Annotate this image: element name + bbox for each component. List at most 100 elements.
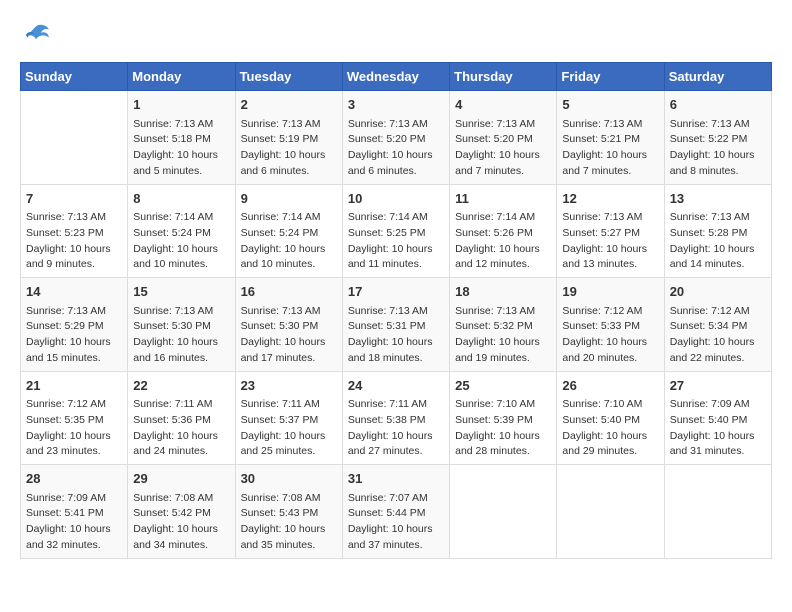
weekday-header-sunday: Sunday [21, 63, 128, 91]
day-info: Sunrise: 7:13 AMSunset: 5:20 PMDaylight:… [455, 117, 551, 180]
day-info: Sunrise: 7:11 AMSunset: 5:37 PMDaylight:… [241, 397, 337, 460]
calendar-cell-w4-d6: 26Sunrise: 7:10 AMSunset: 5:40 PMDayligh… [557, 371, 664, 465]
calendar-cell-w1-d5: 4Sunrise: 7:13 AMSunset: 5:20 PMDaylight… [450, 91, 557, 185]
day-number: 12 [562, 189, 658, 209]
day-number: 30 [241, 469, 337, 489]
day-number: 21 [26, 376, 122, 396]
day-number: 17 [348, 282, 444, 302]
day-info: Sunrise: 7:13 AMSunset: 5:23 PMDaylight:… [26, 210, 122, 273]
calendar-cell-w1-d4: 3Sunrise: 7:13 AMSunset: 5:20 PMDaylight… [342, 91, 449, 185]
day-number: 23 [241, 376, 337, 396]
calendar-cell-w3-d6: 19Sunrise: 7:12 AMSunset: 5:33 PMDayligh… [557, 278, 664, 372]
day-number: 27 [670, 376, 766, 396]
day-info: Sunrise: 7:12 AMSunset: 5:33 PMDaylight:… [562, 304, 658, 367]
calendar-cell-w3-d2: 15Sunrise: 7:13 AMSunset: 5:30 PMDayligh… [128, 278, 235, 372]
calendar-cell-w5-d2: 29Sunrise: 7:08 AMSunset: 5:42 PMDayligh… [128, 465, 235, 559]
day-number: 16 [241, 282, 337, 302]
calendar-cell-w4-d7: 27Sunrise: 7:09 AMSunset: 5:40 PMDayligh… [664, 371, 771, 465]
day-number: 31 [348, 469, 444, 489]
day-number: 24 [348, 376, 444, 396]
calendar-table: SundayMondayTuesdayWednesdayThursdayFrid… [20, 62, 772, 559]
page-header [20, 20, 772, 52]
day-number: 10 [348, 189, 444, 209]
day-number: 18 [455, 282, 551, 302]
calendar-cell-w4-d3: 23Sunrise: 7:11 AMSunset: 5:37 PMDayligh… [235, 371, 342, 465]
weekday-header-row: SundayMondayTuesdayWednesdayThursdayFrid… [21, 63, 772, 91]
logo [20, 20, 56, 52]
day-number: 25 [455, 376, 551, 396]
day-number: 26 [562, 376, 658, 396]
week-row-4: 21Sunrise: 7:12 AMSunset: 5:35 PMDayligh… [21, 371, 772, 465]
day-number: 13 [670, 189, 766, 209]
week-row-2: 7Sunrise: 7:13 AMSunset: 5:23 PMDaylight… [21, 184, 772, 278]
day-number: 5 [562, 95, 658, 115]
day-info: Sunrise: 7:13 AMSunset: 5:30 PMDaylight:… [133, 304, 229, 367]
day-info: Sunrise: 7:10 AMSunset: 5:40 PMDaylight:… [562, 397, 658, 460]
day-number: 19 [562, 282, 658, 302]
calendar-cell-w4-d1: 21Sunrise: 7:12 AMSunset: 5:35 PMDayligh… [21, 371, 128, 465]
calendar-cell-w5-d5 [450, 465, 557, 559]
day-info: Sunrise: 7:13 AMSunset: 5:28 PMDaylight:… [670, 210, 766, 273]
day-info: Sunrise: 7:12 AMSunset: 5:35 PMDaylight:… [26, 397, 122, 460]
calendar-cell-w4-d4: 24Sunrise: 7:11 AMSunset: 5:38 PMDayligh… [342, 371, 449, 465]
day-number: 1 [133, 95, 229, 115]
day-number: 9 [241, 189, 337, 209]
weekday-header-tuesday: Tuesday [235, 63, 342, 91]
day-number: 14 [26, 282, 122, 302]
week-row-1: 1Sunrise: 7:13 AMSunset: 5:18 PMDaylight… [21, 91, 772, 185]
calendar-cell-w1-d2: 1Sunrise: 7:13 AMSunset: 5:18 PMDaylight… [128, 91, 235, 185]
day-number: 28 [26, 469, 122, 489]
calendar-cell-w2-d5: 11Sunrise: 7:14 AMSunset: 5:26 PMDayligh… [450, 184, 557, 278]
calendar-cell-w3-d3: 16Sunrise: 7:13 AMSunset: 5:30 PMDayligh… [235, 278, 342, 372]
day-info: Sunrise: 7:11 AMSunset: 5:38 PMDaylight:… [348, 397, 444, 460]
calendar-cell-w3-d4: 17Sunrise: 7:13 AMSunset: 5:31 PMDayligh… [342, 278, 449, 372]
day-number: 20 [670, 282, 766, 302]
day-info: Sunrise: 7:10 AMSunset: 5:39 PMDaylight:… [455, 397, 551, 460]
day-info: Sunrise: 7:13 AMSunset: 5:21 PMDaylight:… [562, 117, 658, 180]
day-info: Sunrise: 7:13 AMSunset: 5:29 PMDaylight:… [26, 304, 122, 367]
calendar-cell-w1-d1 [21, 91, 128, 185]
calendar-cell-w1-d3: 2Sunrise: 7:13 AMSunset: 5:19 PMDaylight… [235, 91, 342, 185]
day-info: Sunrise: 7:08 AMSunset: 5:43 PMDaylight:… [241, 491, 337, 554]
day-number: 8 [133, 189, 229, 209]
week-row-3: 14Sunrise: 7:13 AMSunset: 5:29 PMDayligh… [21, 278, 772, 372]
day-info: Sunrise: 7:14 AMSunset: 5:25 PMDaylight:… [348, 210, 444, 273]
week-row-5: 28Sunrise: 7:09 AMSunset: 5:41 PMDayligh… [21, 465, 772, 559]
calendar-cell-w2-d3: 9Sunrise: 7:14 AMSunset: 5:24 PMDaylight… [235, 184, 342, 278]
calendar-cell-w2-d7: 13Sunrise: 7:13 AMSunset: 5:28 PMDayligh… [664, 184, 771, 278]
calendar-cell-w3-d5: 18Sunrise: 7:13 AMSunset: 5:32 PMDayligh… [450, 278, 557, 372]
day-info: Sunrise: 7:09 AMSunset: 5:40 PMDaylight:… [670, 397, 766, 460]
day-number: 3 [348, 95, 444, 115]
day-info: Sunrise: 7:13 AMSunset: 5:32 PMDaylight:… [455, 304, 551, 367]
day-info: Sunrise: 7:14 AMSunset: 5:24 PMDaylight:… [241, 210, 337, 273]
day-info: Sunrise: 7:07 AMSunset: 5:44 PMDaylight:… [348, 491, 444, 554]
day-info: Sunrise: 7:14 AMSunset: 5:24 PMDaylight:… [133, 210, 229, 273]
calendar-cell-w5-d4: 31Sunrise: 7:07 AMSunset: 5:44 PMDayligh… [342, 465, 449, 559]
calendar-cell-w4-d2: 22Sunrise: 7:11 AMSunset: 5:36 PMDayligh… [128, 371, 235, 465]
day-number: 6 [670, 95, 766, 115]
day-number: 22 [133, 376, 229, 396]
day-info: Sunrise: 7:13 AMSunset: 5:31 PMDaylight:… [348, 304, 444, 367]
weekday-header-saturday: Saturday [664, 63, 771, 91]
calendar-cell-w2-d2: 8Sunrise: 7:14 AMSunset: 5:24 PMDaylight… [128, 184, 235, 278]
day-info: Sunrise: 7:13 AMSunset: 5:19 PMDaylight:… [241, 117, 337, 180]
logo-icon [20, 20, 52, 52]
day-info: Sunrise: 7:08 AMSunset: 5:42 PMDaylight:… [133, 491, 229, 554]
day-number: 4 [455, 95, 551, 115]
calendar-cell-w3-d1: 14Sunrise: 7:13 AMSunset: 5:29 PMDayligh… [21, 278, 128, 372]
day-info: Sunrise: 7:13 AMSunset: 5:18 PMDaylight:… [133, 117, 229, 180]
day-number: 2 [241, 95, 337, 115]
day-info: Sunrise: 7:13 AMSunset: 5:27 PMDaylight:… [562, 210, 658, 273]
calendar-cell-w1-d7: 6Sunrise: 7:13 AMSunset: 5:22 PMDaylight… [664, 91, 771, 185]
day-number: 15 [133, 282, 229, 302]
day-info: Sunrise: 7:14 AMSunset: 5:26 PMDaylight:… [455, 210, 551, 273]
calendar-cell-w5-d6 [557, 465, 664, 559]
calendar-cell-w3-d7: 20Sunrise: 7:12 AMSunset: 5:34 PMDayligh… [664, 278, 771, 372]
weekday-header-thursday: Thursday [450, 63, 557, 91]
day-info: Sunrise: 7:12 AMSunset: 5:34 PMDaylight:… [670, 304, 766, 367]
calendar-cell-w5-d1: 28Sunrise: 7:09 AMSunset: 5:41 PMDayligh… [21, 465, 128, 559]
day-number: 7 [26, 189, 122, 209]
calendar-cell-w2-d6: 12Sunrise: 7:13 AMSunset: 5:27 PMDayligh… [557, 184, 664, 278]
calendar-cell-w5-d3: 30Sunrise: 7:08 AMSunset: 5:43 PMDayligh… [235, 465, 342, 559]
weekday-header-monday: Monday [128, 63, 235, 91]
